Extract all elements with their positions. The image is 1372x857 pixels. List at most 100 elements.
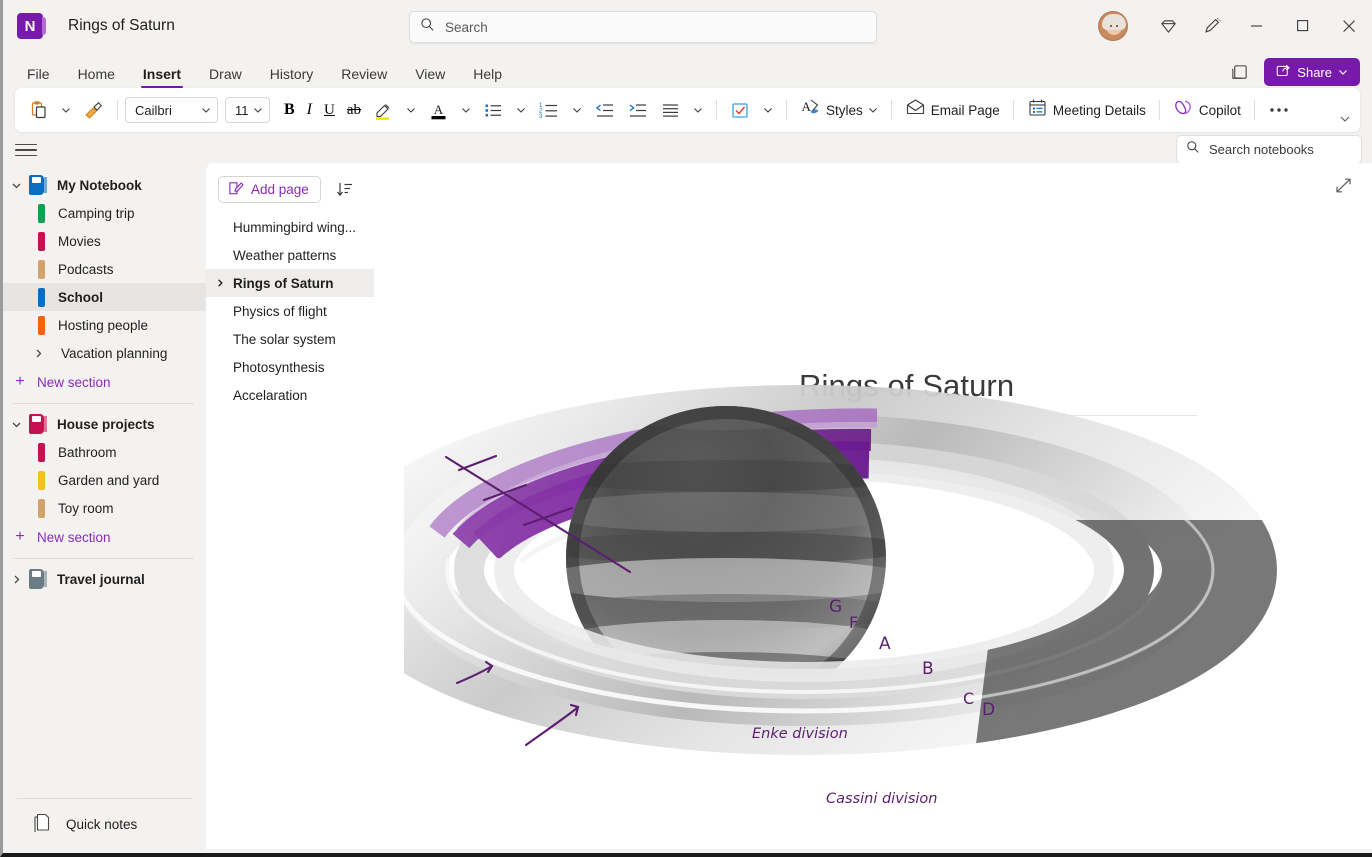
bold-button[interactable]: B [278,95,301,125]
saturn-rings-diagram[interactable]: G F A B C D Enke division Cassini divisi… [374,280,1372,849]
tab-file[interactable]: File [13,67,64,88]
title-bar: N Rings of Saturn [3,0,1372,52]
section-label: School [58,290,103,305]
document-title: Rings of Saturn [68,17,175,35]
page-item-hummingbird-wing[interactable]: Hummingbird wing... [206,213,374,241]
close-button[interactable] [1326,0,1372,52]
page-item-weather-patterns[interactable]: Weather patterns [206,241,374,269]
user-avatar[interactable] [1098,11,1128,41]
add-page-icon [228,180,244,199]
page-item-accelaration[interactable]: Accelaration [206,381,374,409]
new-section-button-house-projects[interactable]: + New section [3,522,206,552]
underline-button[interactable]: U [318,95,341,125]
diamond-icon[interactable] [1146,8,1190,44]
global-search[interactable] [409,11,877,43]
search-input[interactable] [445,20,866,35]
section-label: Hosting people [58,318,148,333]
share-button[interactable]: Share [1264,58,1360,86]
pages-pane: Add page Hummingbird wing... [206,163,374,849]
italic-button[interactable]: I [301,95,318,125]
numbered-list-button[interactable]: 1 2 3 [532,95,566,125]
font-name-select[interactable]: Cailbri [125,97,218,123]
tab-history[interactable]: History [256,67,328,88]
expand-icon[interactable] [1335,177,1352,199]
hamburger-icon[interactable] [15,140,37,161]
section-movies[interactable]: Movies [3,227,206,255]
page-item-physics-of-flight[interactable]: Physics of flight [206,297,374,325]
page-canvas[interactable]: Rings of Saturn Wednesday, June 7, 2023 [374,163,1372,849]
format-painter-button[interactable] [77,95,110,125]
section-bathroom[interactable]: Bathroom [3,438,206,466]
tab-help[interactable]: Help [459,67,516,88]
svg-text:3: 3 [539,114,543,120]
notebook-travel-journal[interactable]: Travel journal [3,565,206,593]
increase-indent-button[interactable] [621,95,654,125]
maximize-button[interactable] [1280,0,1326,52]
chevron-down-icon[interactable] [3,419,29,430]
sticky-note-icon[interactable] [1224,58,1254,86]
section-color-swatch [38,204,45,223]
section-toy-room[interactable]: Toy room [3,494,206,522]
tab-review[interactable]: Review [327,67,401,88]
notebook-search[interactable] [1176,135,1362,164]
strikethrough-button[interactable]: ab [341,95,367,125]
notebook-house-projects[interactable]: House projects [3,410,206,438]
ribbon-collapse-chevron-down-icon[interactable] [1338,112,1352,131]
text-highlight-color-button[interactable] [367,95,400,125]
section-garden-and-yard[interactable]: Garden and yard [3,466,206,494]
page-item-the-solar-system[interactable]: The solar system [206,325,374,353]
new-section-button-my-notebook[interactable]: + New section [3,367,206,397]
notebook-search-input[interactable] [1209,142,1372,157]
font-color-chevron-down-icon[interactable] [455,95,477,125]
onenote-window: N Rings of Saturn [0,0,1372,857]
section-podcasts[interactable]: Podcasts [3,255,206,283]
notebook-icon [29,414,44,434]
decrease-indent-button[interactable] [588,95,621,125]
tab-view[interactable]: View [401,67,459,88]
meeting-details-button[interactable]: Meeting Details [1021,95,1152,125]
align-button[interactable] [654,95,687,125]
email-page-button[interactable]: Email Page [899,95,1006,125]
tab-home[interactable]: Home [64,67,129,88]
styles-button[interactable]: A Styles [794,95,884,125]
section-school[interactable]: School [3,283,206,311]
more-options-icon[interactable] [1262,95,1296,125]
minimize-button[interactable] [1234,0,1280,52]
add-page-button[interactable]: Add page [218,176,321,203]
chevron-right-icon[interactable] [3,574,29,585]
copilot-button[interactable]: Copilot [1167,95,1247,125]
meeting-details-label: Meeting Details [1053,103,1146,118]
tab-draw[interactable]: Draw [195,67,256,88]
page-label: Hummingbird wing... [233,220,356,235]
font-color-button[interactable]: A [422,95,455,125]
section-hosting-people[interactable]: Hosting people [3,311,206,339]
bullet-list-button[interactable] [477,95,510,125]
align-chevron-down-icon[interactable] [687,95,709,125]
font-size-select[interactable]: 11 [225,97,270,123]
divider [13,403,194,404]
page-item-photosynthesis[interactable]: Photosynthesis [206,353,374,381]
section-group-vacation-planning[interactable]: Vacation planning [3,339,206,367]
checkbox-tag-button[interactable] [724,95,757,125]
divider [17,798,192,799]
page-item-rings-of-saturn[interactable]: Rings of Saturn [206,269,374,297]
quick-notes-button[interactable]: Quick notes [3,809,206,839]
section-camping-trip[interactable]: Camping trip [3,199,206,227]
numbering-chevron-down-icon[interactable] [566,95,588,125]
notebook-my-notebook[interactable]: My Notebook [3,171,206,199]
section-label: Podcasts [58,262,114,277]
highlight-chevron-down-icon[interactable] [400,95,422,125]
chevron-down-icon[interactable] [3,180,29,191]
chevron-right-icon[interactable] [206,278,233,288]
tags-chevron-down-icon[interactable] [757,95,779,125]
share-icon [1276,63,1291,81]
bullets-chevron-down-icon[interactable] [510,95,532,125]
pen-icon[interactable] [1190,8,1234,44]
paste-options-chevron-down-icon[interactable] [55,95,77,125]
plus-icon: + [3,528,37,546]
paste-button[interactable] [23,95,55,125]
tab-insert[interactable]: Insert [129,67,195,88]
chevron-right-icon[interactable] [29,348,47,359]
share-label: Share [1297,65,1332,80]
sort-icon[interactable] [333,178,357,202]
